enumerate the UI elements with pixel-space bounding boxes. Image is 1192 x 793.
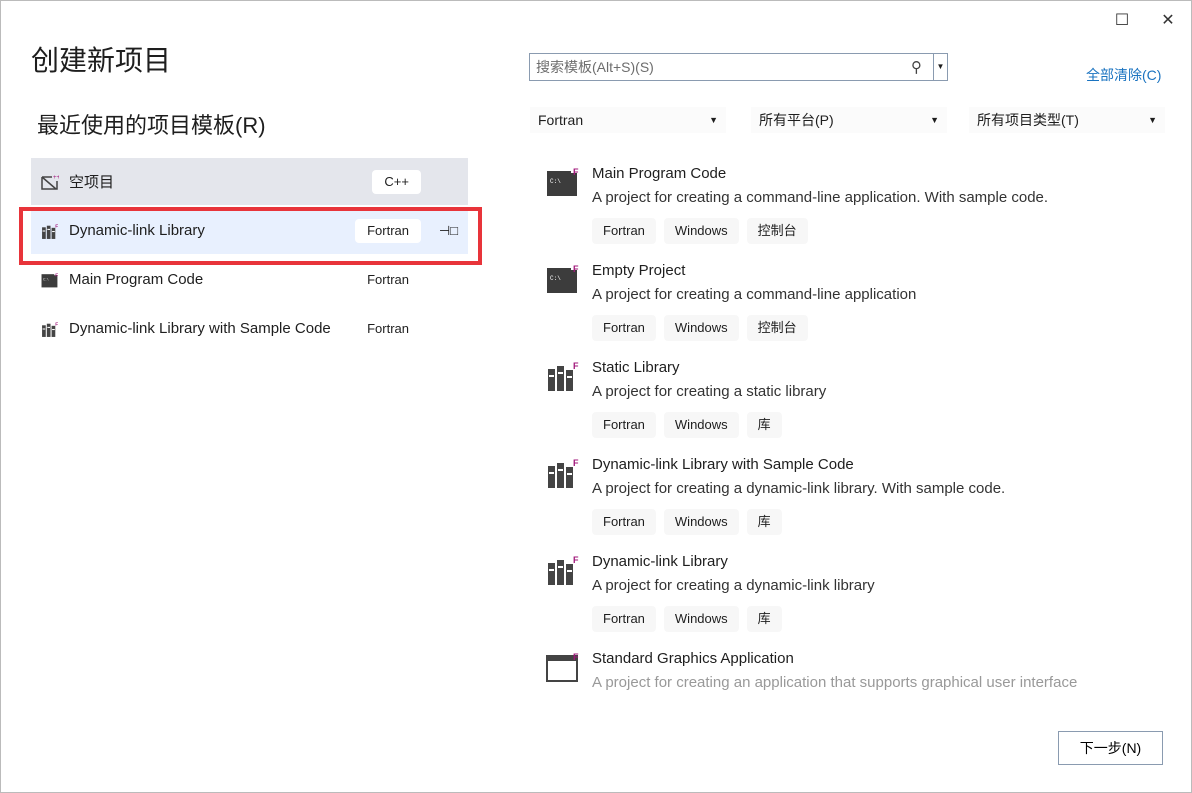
svg-text:C:\: C:\ <box>43 277 49 281</box>
search-placeholder: 搜索模板(Alt+S)(S) <box>536 59 654 75</box>
template-item[interactable]: C:\ F Main Program Code A project for creat… <box>546 165 1166 255</box>
svg-text:F: F <box>573 361 579 371</box>
language-tag: Fortran <box>355 317 421 341</box>
template-tag: Fortran <box>592 606 656 632</box>
svg-text:++: ++ <box>53 175 59 181</box>
recent-template-item[interactable]: ++ 空项目 C++ <box>31 158 468 205</box>
search-options-dropdown[interactable]: ▼ <box>933 54 947 80</box>
svg-text:F: F <box>573 652 579 662</box>
template-item[interactable]: C:\ F Empty Project A project for creating … <box>546 262 1166 352</box>
library-icon: F <box>546 361 580 391</box>
template-description: A project for creating a command-line ap… <box>592 286 917 303</box>
svg-text:C:\: C:\ <box>550 178 561 185</box>
template-tag: 库 <box>746 509 782 535</box>
platform-filter-value: 所有平台(P) <box>759 112 834 128</box>
language-tag: C++ <box>372 170 421 194</box>
template-tag: Windows <box>663 315 739 341</box>
empty-project-icon: ++ <box>41 174 61 190</box>
clear-all-link[interactable]: 全部清除(C) <box>1086 65 1161 85</box>
library-icon: F <box>546 555 580 585</box>
chevron-down-icon: ▼ <box>709 115 718 125</box>
template-tag: 控制台 <box>746 218 808 244</box>
library-icon: F <box>546 458 580 488</box>
language-filter-value: Fortran <box>538 112 584 128</box>
template-tag: Fortran <box>592 509 656 535</box>
svg-text:F: F <box>55 321 58 327</box>
template-description: A project for creating an application th… <box>592 674 1078 691</box>
template-name: Standard Graphics Application <box>592 650 794 667</box>
dialog-title: 创建新项目 <box>31 45 172 76</box>
svg-text:F: F <box>573 167 579 177</box>
language-tag: Fortran <box>355 268 421 292</box>
close-button[interactable]: ✕ <box>1154 9 1182 33</box>
next-button[interactable]: 下一步(N) <box>1058 731 1163 765</box>
template-tag: Fortran <box>592 315 656 341</box>
language-filter-dropdown[interactable]: Fortran ▼ <box>530 107 726 133</box>
svg-text:F: F <box>573 264 579 274</box>
template-item[interactable]: F Dynamic-link Library A project for creat… <box>546 553 1166 643</box>
template-item[interactable]: F Standard Graphics Application A project … <box>546 650 1166 740</box>
template-item[interactable]: F Dynamic-link Library with Sample Code A … <box>546 456 1166 546</box>
highlight-annotation-box <box>19 207 482 265</box>
recent-template-label: Dynamic-link Library with Sample Code <box>69 320 331 337</box>
console-icon: C:\ F <box>41 272 59 288</box>
template-tag: 库 <box>746 412 782 438</box>
template-tag: 控制台 <box>746 315 808 341</box>
platform-filter-dropdown[interactable]: 所有平台(P) ▼ <box>751 107 947 133</box>
template-description: A project for creating a command-line ap… <box>592 189 1049 206</box>
template-tag: Windows <box>663 412 739 438</box>
template-tag: Fortran <box>592 218 656 244</box>
recent-templates-heading: 最近使用的项目模板(R) <box>37 113 266 138</box>
template-name: Dynamic-link Library <box>592 553 728 570</box>
template-tag: Windows <box>663 606 739 632</box>
search-icon[interactable]: ⚲ <box>911 58 933 76</box>
type-filter-value: 所有项目类型(T) <box>977 112 1079 128</box>
template-item[interactable]: F Static Library A project for creating a … <box>546 359 1166 449</box>
template-name: Main Program Code <box>592 165 727 182</box>
svg-text:F: F <box>55 272 58 278</box>
template-description: A project for creating a static library <box>592 383 827 400</box>
console-icon: C:\ F <box>546 167 580 197</box>
svg-text:F: F <box>573 555 579 565</box>
console-icon: C:\ F <box>546 264 580 294</box>
recent-template-label: 空项目 <box>69 174 115 191</box>
svg-text:F: F <box>573 458 579 468</box>
svg-text:C:\: C:\ <box>550 275 561 282</box>
template-tag: Fortran <box>592 412 656 438</box>
template-description: A project for creating a dynamic-link li… <box>592 480 1006 497</box>
maximize-button[interactable]: ☐ <box>1108 9 1136 33</box>
template-tag: Windows <box>663 509 739 535</box>
template-name: Empty Project <box>592 262 686 279</box>
window-icon: F <box>546 652 580 682</box>
template-name: Dynamic-link Library with Sample Code <box>592 456 854 473</box>
search-input[interactable]: 搜索模板(Alt+S)(S) ⚲ ▼ <box>529 53 948 81</box>
template-tag: Windows <box>663 218 739 244</box>
recent-template-item[interactable]: F Dynamic-link Library with Sample Code Fo… <box>31 305 468 352</box>
chevron-down-icon: ▼ <box>930 115 939 125</box>
library-icon: F <box>41 321 59 337</box>
template-tag: 库 <box>746 606 782 632</box>
template-description: A project for creating a dynamic-link li… <box>592 577 875 594</box>
recent-template-label: Main Program Code <box>69 271 204 288</box>
type-filter-dropdown[interactable]: 所有项目类型(T) ▼ <box>969 107 1165 133</box>
template-name: Static Library <box>592 359 680 376</box>
chevron-down-icon: ▼ <box>1148 115 1157 125</box>
